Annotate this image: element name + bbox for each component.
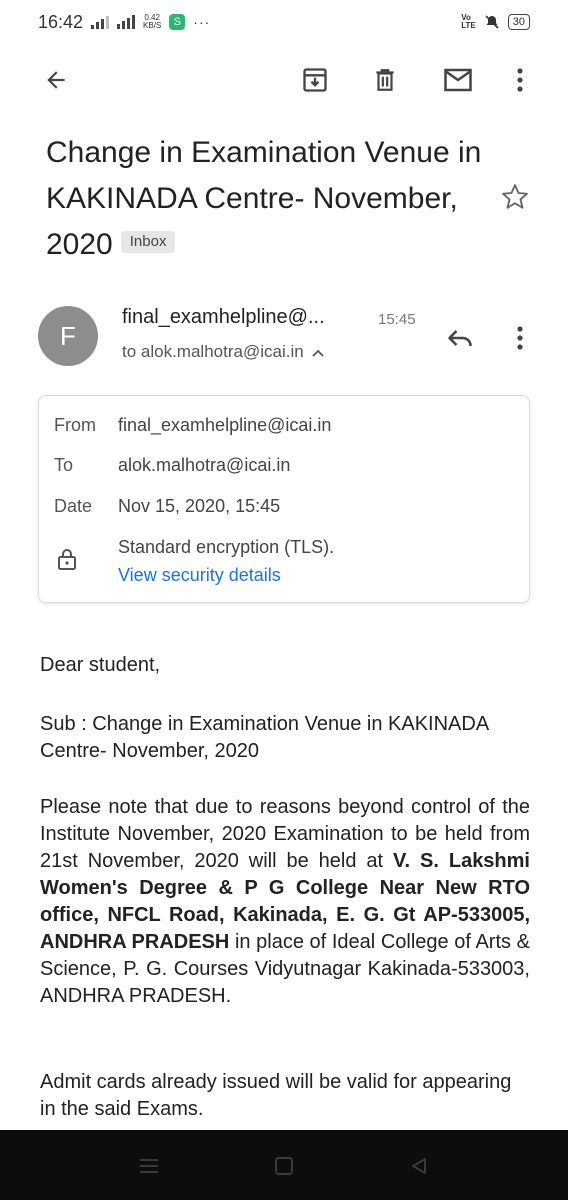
chevron-up-icon — [312, 349, 324, 357]
details-to-row: To alok.malhotra@icai.in — [54, 455, 290, 476]
inbox-label-badge[interactable]: Inbox — [120, 231, 176, 254]
home-button[interactable] — [270, 1152, 298, 1180]
recipient-line: to alok.malhotra@icai.in — [122, 342, 304, 361]
reply-button[interactable] — [440, 318, 480, 358]
delete-icon — [376, 69, 394, 91]
more-vert-icon — [517, 68, 523, 92]
back-arrow-icon — [47, 71, 65, 89]
to-value[interactable]: alok.malhotra@icai.in — [118, 455, 290, 475]
signal-icon-2 — [117, 15, 136, 29]
view-security-details-link[interactable]: View security details — [118, 565, 281, 586]
back-nav-button[interactable] — [405, 1152, 433, 1180]
mail-icon — [444, 68, 472, 92]
to-label: To — [54, 455, 74, 475]
toolbar — [0, 52, 568, 108]
mute-icon — [485, 15, 499, 29]
sender-avatar[interactable]: F — [38, 306, 98, 366]
email-paragraph-1: Please note that due to reasons beyond c… — [40, 794, 530, 1010]
sender-name: final_examhelpline@... — [122, 306, 325, 328]
email-greeting: Dear student, — [40, 654, 161, 676]
app-notification-icon: S — [169, 14, 186, 30]
email-sub-line: Sub : Change in Examination Venue in KAK… — [40, 713, 489, 762]
lock-icon — [58, 549, 76, 570]
more-options-button[interactable] — [500, 60, 540, 100]
status-time: 16:42 — [38, 11, 84, 32]
subject-text: Change in Examination Venue in KAKINADA … — [46, 136, 482, 261]
from-label: From — [54, 415, 96, 435]
date-label: Date — [54, 496, 93, 516]
reply-icon — [448, 330, 472, 347]
details-from-row: From final_examhelpline@icai.in — [54, 415, 331, 436]
delete-button[interactable] — [365, 60, 405, 100]
volte-icon: Vo LTE — [461, 13, 476, 30]
status-bar: 16:42 0.42 KB/S S ··· Vo LTE 30 — [0, 0, 568, 44]
network-speed: 0.42 KB/S — [143, 13, 162, 30]
date-value: Nov 15, 2020, 15:45 — [118, 496, 281, 516]
recents-button[interactable] — [135, 1152, 163, 1180]
star-button[interactable] — [500, 182, 534, 216]
from-value[interactable]: final_examhelpline@icai.in — [118, 415, 331, 435]
more-notifications-icon: ··· — [193, 14, 211, 30]
sent-time: 15:45 — [378, 311, 416, 328]
signal-icon — [91, 15, 110, 29]
archive-icon — [303, 68, 327, 92]
message-details-card: From final_examhelpline@icai.in To alok.ma… — [38, 395, 530, 603]
details-date-row: Date Nov 15, 2020, 15:45 — [54, 496, 280, 517]
message-more-button[interactable] — [500, 318, 540, 358]
home-square-icon — [275, 1157, 293, 1175]
menu-icon — [140, 1159, 158, 1173]
star-icon — [502, 184, 528, 209]
more-vert-icon — [517, 326, 523, 350]
back-button[interactable] — [36, 60, 76, 100]
archive-button[interactable] — [295, 60, 335, 100]
email-subject: Change in Examination Venue in KAKINADA … — [46, 130, 486, 268]
email-paragraph-2: Admit cards already issued will be valid… — [40, 1071, 512, 1120]
mark-unread-button[interactable] — [438, 60, 478, 100]
encryption-text: Standard encryption (TLS). — [118, 537, 335, 557]
system-navigation-bar — [0, 1130, 568, 1200]
battery-icon: 30 — [507, 14, 530, 30]
back-triangle-icon — [412, 1158, 426, 1174]
recipient-toggle[interactable]: to alok.malhotra@icai.in — [122, 342, 324, 362]
